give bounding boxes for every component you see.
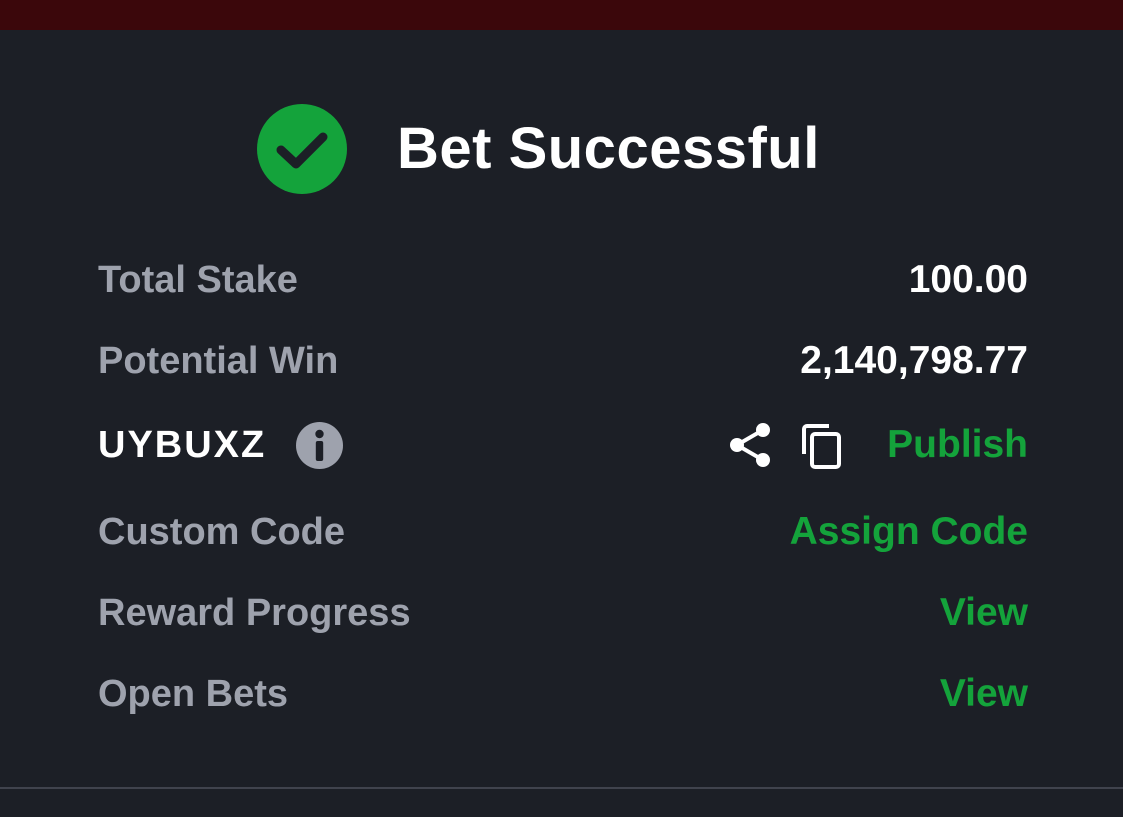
bottom-area (0, 789, 1123, 817)
potential-win-value: 2,140,798.77 (800, 339, 1028, 382)
page-title: Bet Successful (397, 116, 820, 181)
check-circle-icon (257, 104, 347, 194)
view-open-bets-link[interactable]: View (940, 669, 1028, 719)
view-reward-progress-link[interactable]: View (940, 588, 1028, 638)
top-strip (0, 0, 1123, 30)
publish-button[interactable]: Publish (887, 420, 1028, 470)
booking-code: UYBUXZ (98, 424, 267, 466)
reward-progress-row: Reward Progress View (98, 588, 1028, 638)
total-stake-row: Total Stake 100.00 (98, 255, 1028, 305)
total-stake-label: Total Stake (98, 259, 298, 301)
custom-code-row: Custom Code Assign Code (98, 507, 1028, 557)
reward-progress-label: Reward Progress (98, 592, 411, 634)
open-bets-row: Open Bets View (98, 669, 1028, 719)
bet-status-header: Bet Successful (0, 104, 1123, 194)
custom-code-label: Custom Code (98, 511, 345, 553)
copy-icon[interactable] (799, 421, 845, 471)
potential-win-label: Potential Win (98, 340, 339, 382)
info-icon[interactable] (296, 422, 343, 469)
potential-win-row: Potential Win 2,140,798.77 (98, 336, 1028, 386)
open-bets-label: Open Bets (98, 673, 289, 715)
assign-code-button[interactable]: Assign Code (790, 507, 1028, 557)
share-icon[interactable] (727, 420, 773, 470)
booking-code-row: UYBUXZ Publish (98, 420, 1028, 470)
total-stake-value: 100.00 (908, 258, 1028, 301)
